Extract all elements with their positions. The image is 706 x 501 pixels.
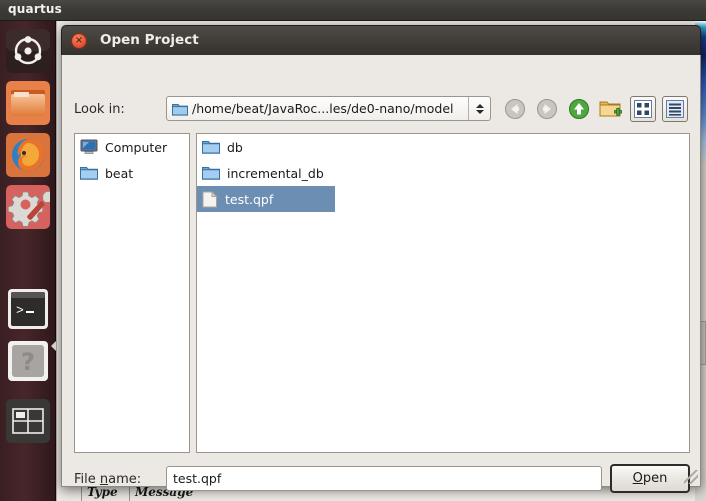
place-item-computer[interactable]: Computer bbox=[75, 134, 189, 160]
file-name-label-mnemonic: n bbox=[99, 472, 109, 487]
list-view-button[interactable] bbox=[630, 96, 656, 122]
file-label: test.qpf bbox=[225, 191, 274, 207]
place-label: beat bbox=[105, 165, 134, 181]
file-name-input[interactable]: test.qpf bbox=[166, 466, 602, 491]
file-icon bbox=[202, 190, 218, 208]
detail-view-button[interactable] bbox=[662, 96, 688, 122]
back-button[interactable] bbox=[502, 96, 528, 122]
file-list-pane[interactable]: db incremental_db test.qpf bbox=[196, 133, 690, 453]
log-column-type: Type bbox=[81, 485, 129, 501]
firefox-icon[interactable] bbox=[6, 133, 50, 177]
close-icon[interactable]: × bbox=[71, 33, 87, 49]
file-list-item-test-qpf[interactable]: test.qpf bbox=[197, 186, 335, 212]
file-list-item-db[interactable]: db bbox=[197, 134, 335, 160]
system-settings-icon[interactable] bbox=[6, 185, 50, 229]
dialog-body: Look in: /home/beat/JavaRoc...les/de0-na… bbox=[61, 55, 701, 493]
file-label: db bbox=[227, 139, 243, 155]
grid-view-icon bbox=[634, 100, 652, 118]
place-item-beat[interactable]: beat bbox=[75, 160, 189, 186]
computer-icon bbox=[80, 139, 98, 155]
detail-view-icon bbox=[666, 100, 684, 118]
place-label: Computer bbox=[105, 139, 168, 155]
terminal-icon[interactable]: > bbox=[6, 287, 50, 331]
resize-grip[interactable] bbox=[684, 470, 698, 484]
folder-icon bbox=[202, 166, 220, 181]
home-folder-icon bbox=[80, 166, 98, 181]
file-name-label: File name: bbox=[74, 472, 141, 487]
file-label: incremental_db bbox=[227, 165, 324, 181]
file-name-label-post: ame: bbox=[108, 472, 142, 487]
svg-text:>: > bbox=[16, 303, 24, 318]
help-icon[interactable]: ? bbox=[6, 339, 50, 383]
folder-icon bbox=[172, 102, 188, 116]
close-glyph: × bbox=[74, 35, 84, 46]
places-sidebar[interactable]: Computer beat bbox=[74, 133, 190, 453]
folder-icon bbox=[202, 140, 220, 155]
unity-top-panel: quartus bbox=[0, 0, 706, 21]
open-project-dialog: × Open Project Look in: /home/beat/JavaR… bbox=[61, 25, 701, 493]
chevron-updown-icon[interactable] bbox=[468, 97, 490, 120]
dialog-titlebar[interactable]: × Open Project bbox=[61, 25, 701, 55]
look-in-path: /home/beat/JavaRoc...les/de0-nano/model bbox=[192, 101, 454, 116]
active-application-title: quartus bbox=[8, 2, 62, 16]
open-button[interactable]: Open bbox=[610, 464, 690, 493]
look-in-combo[interactable]: /home/beat/JavaRoc...les/de0-nano/model bbox=[166, 96, 491, 121]
dialog-title: Open Project bbox=[100, 32, 199, 48]
svg-text:?: ? bbox=[21, 348, 35, 376]
look-in-label: Look in: bbox=[74, 102, 125, 117]
forward-button[interactable] bbox=[534, 96, 560, 122]
workspace-switcher-icon[interactable] bbox=[6, 399, 50, 443]
file-list-item-incremental-db[interactable]: incremental_db bbox=[197, 160, 335, 186]
ubuntu-dash-icon[interactable] bbox=[6, 29, 50, 73]
launcher-active-arrow bbox=[51, 341, 56, 351]
open-label-post: pen bbox=[642, 471, 668, 486]
new-folder-button[interactable] bbox=[598, 96, 624, 122]
open-label-mnemonic: O bbox=[632, 471, 643, 486]
files-icon[interactable] bbox=[6, 81, 50, 125]
file-name-label-pre: File bbox=[74, 472, 100, 487]
parent-directory-button[interactable] bbox=[566, 96, 592, 122]
unity-launcher: > ? bbox=[0, 21, 56, 501]
